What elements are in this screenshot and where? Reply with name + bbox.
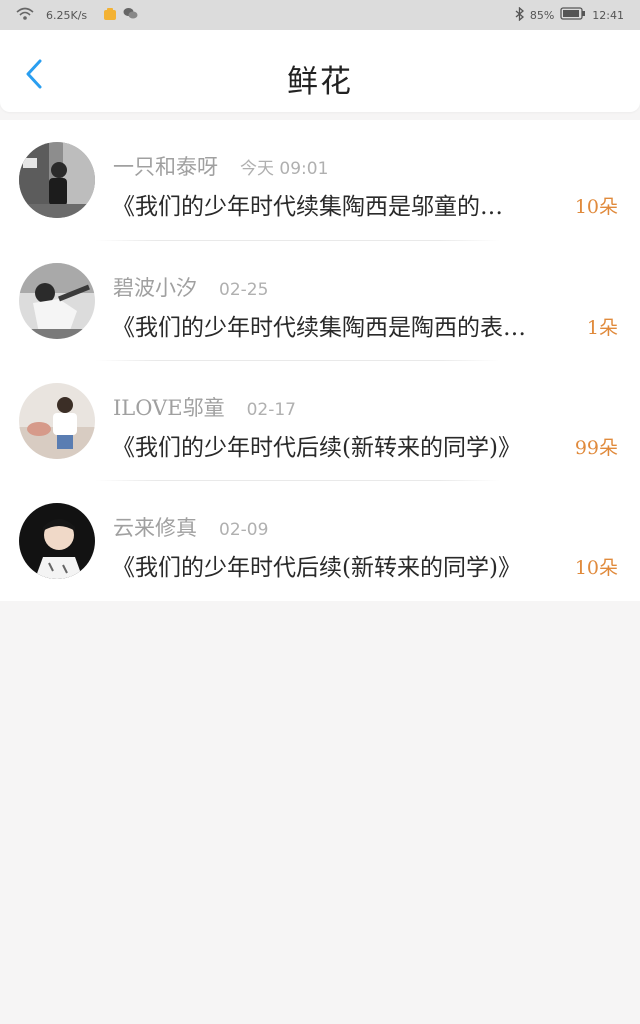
battery-percent: 85% xyxy=(529,8,555,22)
work-title[interactable]: 《我们的少年时代后续(新转来的同学)》 xyxy=(112,548,567,582)
page-title: 鲜花 xyxy=(287,64,353,100)
timestamp: 02-09 xyxy=(219,520,269,540)
bluetooth-icon xyxy=(515,6,524,24)
list-item[interactable]: 碧波小汐 02-25 《我们的少年时代续集陶西是陶西的表… 1朵 xyxy=(0,241,640,361)
item-meta: 一只和泰呀 今天 09:01 xyxy=(113,151,328,181)
username[interactable]: 碧波小汐 xyxy=(113,272,197,302)
username[interactable]: 云来修真 xyxy=(113,512,197,542)
flower-list: 一只和泰呀 今天 09:01 《我们的少年时代续集陶西是邬童的… 10朵 碧波小… xyxy=(0,120,640,601)
avatar[interactable] xyxy=(19,503,95,579)
flower-count: 10朵 xyxy=(574,557,618,579)
avatar[interactable] xyxy=(19,263,95,339)
app-notification-icon xyxy=(103,7,117,24)
username[interactable]: 一只和泰呀 xyxy=(113,151,218,181)
wechat-icon xyxy=(123,7,138,23)
item-meta: ILOVE邬童 02-17 xyxy=(113,392,296,422)
work-title[interactable]: 《我们的少年时代后续(新转来的同学)》 xyxy=(112,428,567,462)
list-item[interactable]: ILOVE邬童 02-17 《我们的少年时代后续(新转来的同学)》 99朵 xyxy=(0,361,640,481)
network-speed: 6.25K/s xyxy=(46,8,88,22)
wifi-icon xyxy=(16,7,34,24)
item-meta: 云来修真 02-09 xyxy=(113,512,268,542)
avatar[interactable] xyxy=(19,142,95,218)
list-item[interactable]: 一只和泰呀 今天 09:01 《我们的少年时代续集陶西是邬童的… 10朵 xyxy=(0,120,640,241)
work-title[interactable]: 《我们的少年时代续集陶西是陶西的表… xyxy=(112,308,567,342)
avatar[interactable] xyxy=(19,383,95,459)
username[interactable]: ILOVE邬童 xyxy=(113,392,225,422)
clock: 12:41 xyxy=(592,8,624,22)
timestamp: 02-17 xyxy=(246,400,296,420)
list-item[interactable]: 云来修真 02-09 《我们的少年时代后续(新转来的同学)》 10朵 xyxy=(0,481,640,601)
battery-icon xyxy=(560,7,586,23)
flower-count: 10朵 xyxy=(574,196,618,218)
work-title[interactable]: 《我们的少年时代续集陶西是邬童的… xyxy=(112,187,567,221)
flower-count: 99朵 xyxy=(574,437,618,459)
item-meta: 碧波小汐 02-25 xyxy=(113,272,268,302)
app-bar: 鲜花 xyxy=(0,30,640,112)
timestamp: 02-25 xyxy=(219,280,269,300)
flower-count: 1朵 xyxy=(586,317,618,339)
timestamp: 今天 09:01 xyxy=(240,159,329,179)
status-bar: 6.25K/s 85% 12:41 xyxy=(0,0,640,30)
